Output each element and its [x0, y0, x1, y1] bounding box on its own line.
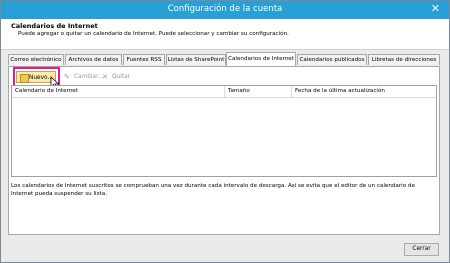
tab-internet-calendars[interactable]: Calendarios de Internet	[226, 52, 296, 66]
tab-published-calendars[interactable]: Calendarios publicados	[297, 54, 367, 65]
column-header-last-updated[interactable]: Fecha de la última actualización	[292, 86, 436, 97]
window-title: Configuración de la cuenta	[167, 4, 283, 14]
tab-address-books[interactable]: Libretas de direcciones	[368, 54, 440, 65]
header-divider	[12, 97, 436, 98]
tab-rss-feeds[interactable]: Fuentes RSS	[123, 54, 165, 65]
section-title: Calendarios de Internet	[11, 22, 98, 30]
tab-email[interactable]: Correo electrónico	[8, 54, 64, 65]
column-header-calendar[interactable]: Calendario de Internet	[12, 86, 225, 97]
tab-data-files[interactable]: Archivos de datos	[65, 54, 122, 65]
pencil-icon: ✎	[64, 73, 70, 81]
tab-panel: Nuevo... ✎ Cambiar... ✕ Quitar Calendari…	[8, 66, 440, 235]
calendar-list[interactable]: Calendario de Internet Tamaño Fecha de l…	[11, 85, 437, 177]
tab-sharepoint-lists[interactable]: Listas de SharePoint	[166, 54, 226, 65]
info-text: Los calendarios de Internet suscritos se…	[11, 183, 415, 197]
account-settings-dialog: Configuración de la cuenta ✕ Calendarios…	[0, 0, 450, 263]
remove-button-label: Quitar	[112, 74, 131, 80]
title-bar: Configuración de la cuenta ✕	[1, 1, 449, 19]
edit-button-label: Cambiar...	[74, 74, 104, 80]
remove-x-icon: ✕	[102, 73, 108, 81]
dialog-header: Calendarios de Internet Puede agregar o …	[1, 19, 449, 50]
remove-button[interactable]: ✕ Quitar	[102, 71, 144, 83]
column-header-size[interactable]: Tamaño	[225, 86, 292, 97]
tab-strip: Correo electrónico Archivos de datos Fue…	[8, 52, 440, 66]
toolbar: Nuevo... ✎ Cambiar... ✕ Quitar	[13, 67, 434, 90]
section-description: Puede agregar o quitar un calendario de …	[18, 31, 289, 37]
window-close-icon[interactable]: ✕	[431, 2, 440, 16]
edit-button[interactable]: ✎ Cambiar...	[64, 71, 106, 83]
close-button[interactable]: Cerrar	[404, 243, 439, 256]
